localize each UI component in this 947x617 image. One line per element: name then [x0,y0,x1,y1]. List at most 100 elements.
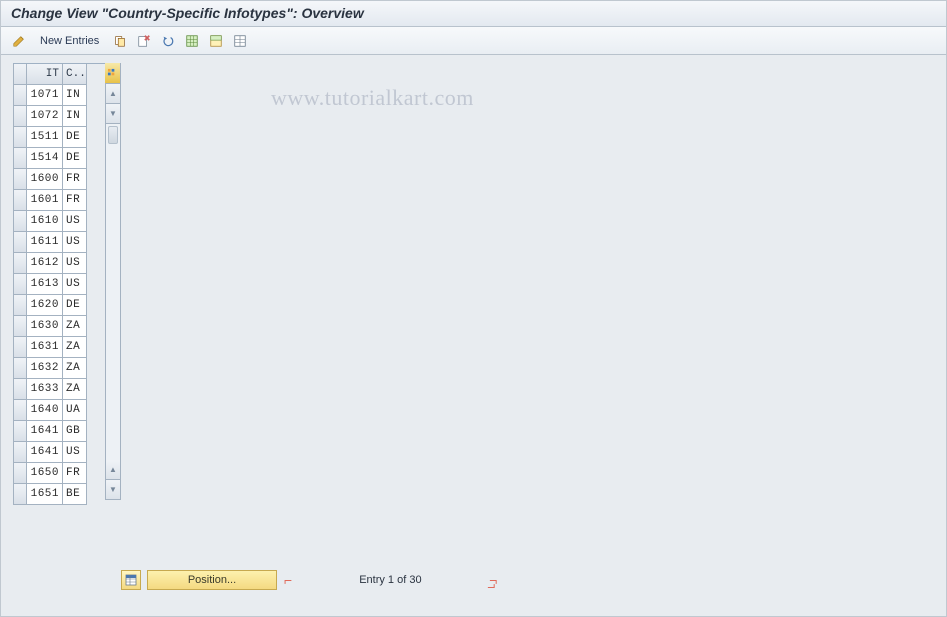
cell-it[interactable]: 1630 [27,316,63,337]
row-selector[interactable] [13,316,27,337]
cell-it[interactable]: 1514 [27,148,63,169]
scroll-down-page-button[interactable]: ▼ [105,480,121,500]
position-icon-button[interactable] [121,570,141,590]
table-row: 1651 BE [13,484,105,505]
row-selector[interactable] [13,253,27,274]
cell-country[interactable]: US [63,211,87,232]
cell-it[interactable]: 1511 [27,127,63,148]
cell-country[interactable]: ZA [63,316,87,337]
row-selector[interactable] [13,232,27,253]
copy-as-button[interactable] [110,31,130,51]
row-selector[interactable] [13,127,27,148]
row-selector-column-header[interactable] [13,64,27,85]
table-settings-button[interactable] [230,31,250,51]
table-row: 1620 DE [13,295,105,316]
cell-it[interactable]: 1641 [27,421,63,442]
row-selector[interactable] [13,85,27,106]
cell-country[interactable]: FR [63,169,87,190]
table-row: 1650 FR [13,463,105,484]
column-header-it[interactable]: IT [27,64,63,85]
cell-it[interactable]: 1651 [27,484,63,505]
cell-it[interactable]: 1601 [27,190,63,211]
cell-country[interactable]: US [63,253,87,274]
table-configurator-button[interactable] [105,63,121,84]
table-row: 1632 ZA [13,358,105,379]
scroll-track[interactable] [105,124,121,460]
select-all-button[interactable] [182,31,202,51]
deselect-all-button[interactable] [206,31,226,51]
row-selector[interactable] [13,421,27,442]
cell-it[interactable]: 1641 [27,442,63,463]
cell-country[interactable]: ZA [63,379,87,400]
cell-country[interactable]: US [63,274,87,295]
cell-country[interactable]: ZA [63,337,87,358]
scroll-thumb[interactable] [108,126,118,144]
row-selector[interactable] [13,295,27,316]
cell-country[interactable]: DE [63,148,87,169]
cell-it[interactable]: 1640 [27,400,63,421]
cell-it[interactable]: 1633 [27,379,63,400]
cell-it[interactable]: 1071 [27,85,63,106]
cell-country[interactable]: UA [63,400,87,421]
cell-country[interactable]: DE [63,127,87,148]
scroll-up-button[interactable]: ▲ [105,84,121,104]
cell-it[interactable]: 1613 [27,274,63,295]
row-selector[interactable] [13,484,27,505]
cell-it[interactable]: 1632 [27,358,63,379]
cell-country[interactable]: FR [63,463,87,484]
scroll-up-page-button[interactable]: ▲ [105,460,121,480]
table-contents-icon [233,34,247,48]
table-row: 1514 DE [13,148,105,169]
row-selector[interactable] [13,169,27,190]
cell-country[interactable]: FR [63,190,87,211]
cell-country[interactable]: IN [63,85,87,106]
delete-button[interactable] [134,31,154,51]
table-row: 1600 FR [13,169,105,190]
undo-change-button[interactable] [158,31,178,51]
table-row: 1072 IN [13,106,105,127]
cell-country[interactable]: US [63,232,87,253]
new-entries-button[interactable]: New Entries [33,31,106,51]
footer-bar: Position... ⌐ Entry 1 of 30 ⌐ ⌐ [121,570,496,590]
row-selector[interactable] [13,463,27,484]
cell-it[interactable]: 1611 [27,232,63,253]
table-row: 1610 US [13,211,105,232]
toggle-display-change-button[interactable] [9,31,29,51]
position-button[interactable]: Position... [147,570,277,590]
cell-country[interactable]: BE [63,484,87,505]
cell-it[interactable]: 1631 [27,337,63,358]
row-selector[interactable] [13,190,27,211]
table-row: 1641 US [13,442,105,463]
cell-country[interactable]: GB [63,421,87,442]
cell-country[interactable]: DE [63,295,87,316]
row-selector[interactable] [13,148,27,169]
scroll-down-button[interactable]: ▼ [105,104,121,124]
row-selector[interactable] [13,358,27,379]
column-header-country[interactable]: C.. [63,64,87,85]
table-row: 1633 ZA [13,379,105,400]
cell-country[interactable]: ZA [63,358,87,379]
cell-it[interactable]: 1650 [27,463,63,484]
select-all-icon [185,34,199,48]
row-selector[interactable] [13,400,27,421]
row-selector[interactable] [13,211,27,232]
chevron-down-icon: ▼ [109,485,117,494]
undo-icon [161,34,175,48]
cell-country[interactable]: IN [63,106,87,127]
row-selector[interactable] [13,442,27,463]
row-selector[interactable] [13,106,27,127]
cell-it[interactable]: 1610 [27,211,63,232]
table-row: 1611 US [13,232,105,253]
table-row: 1613 US [13,274,105,295]
cell-it[interactable]: 1072 [27,106,63,127]
cell-country[interactable]: US [63,442,87,463]
cell-it[interactable]: 1600 [27,169,63,190]
row-selector[interactable] [13,274,27,295]
row-selector[interactable] [13,379,27,400]
chevron-down-icon: ▼ [109,109,117,118]
cell-it[interactable]: 1620 [27,295,63,316]
select-block-icon [209,34,223,48]
table-row: 1071 IN [13,85,105,106]
cell-it[interactable]: 1612 [27,253,63,274]
row-selector[interactable] [13,337,27,358]
